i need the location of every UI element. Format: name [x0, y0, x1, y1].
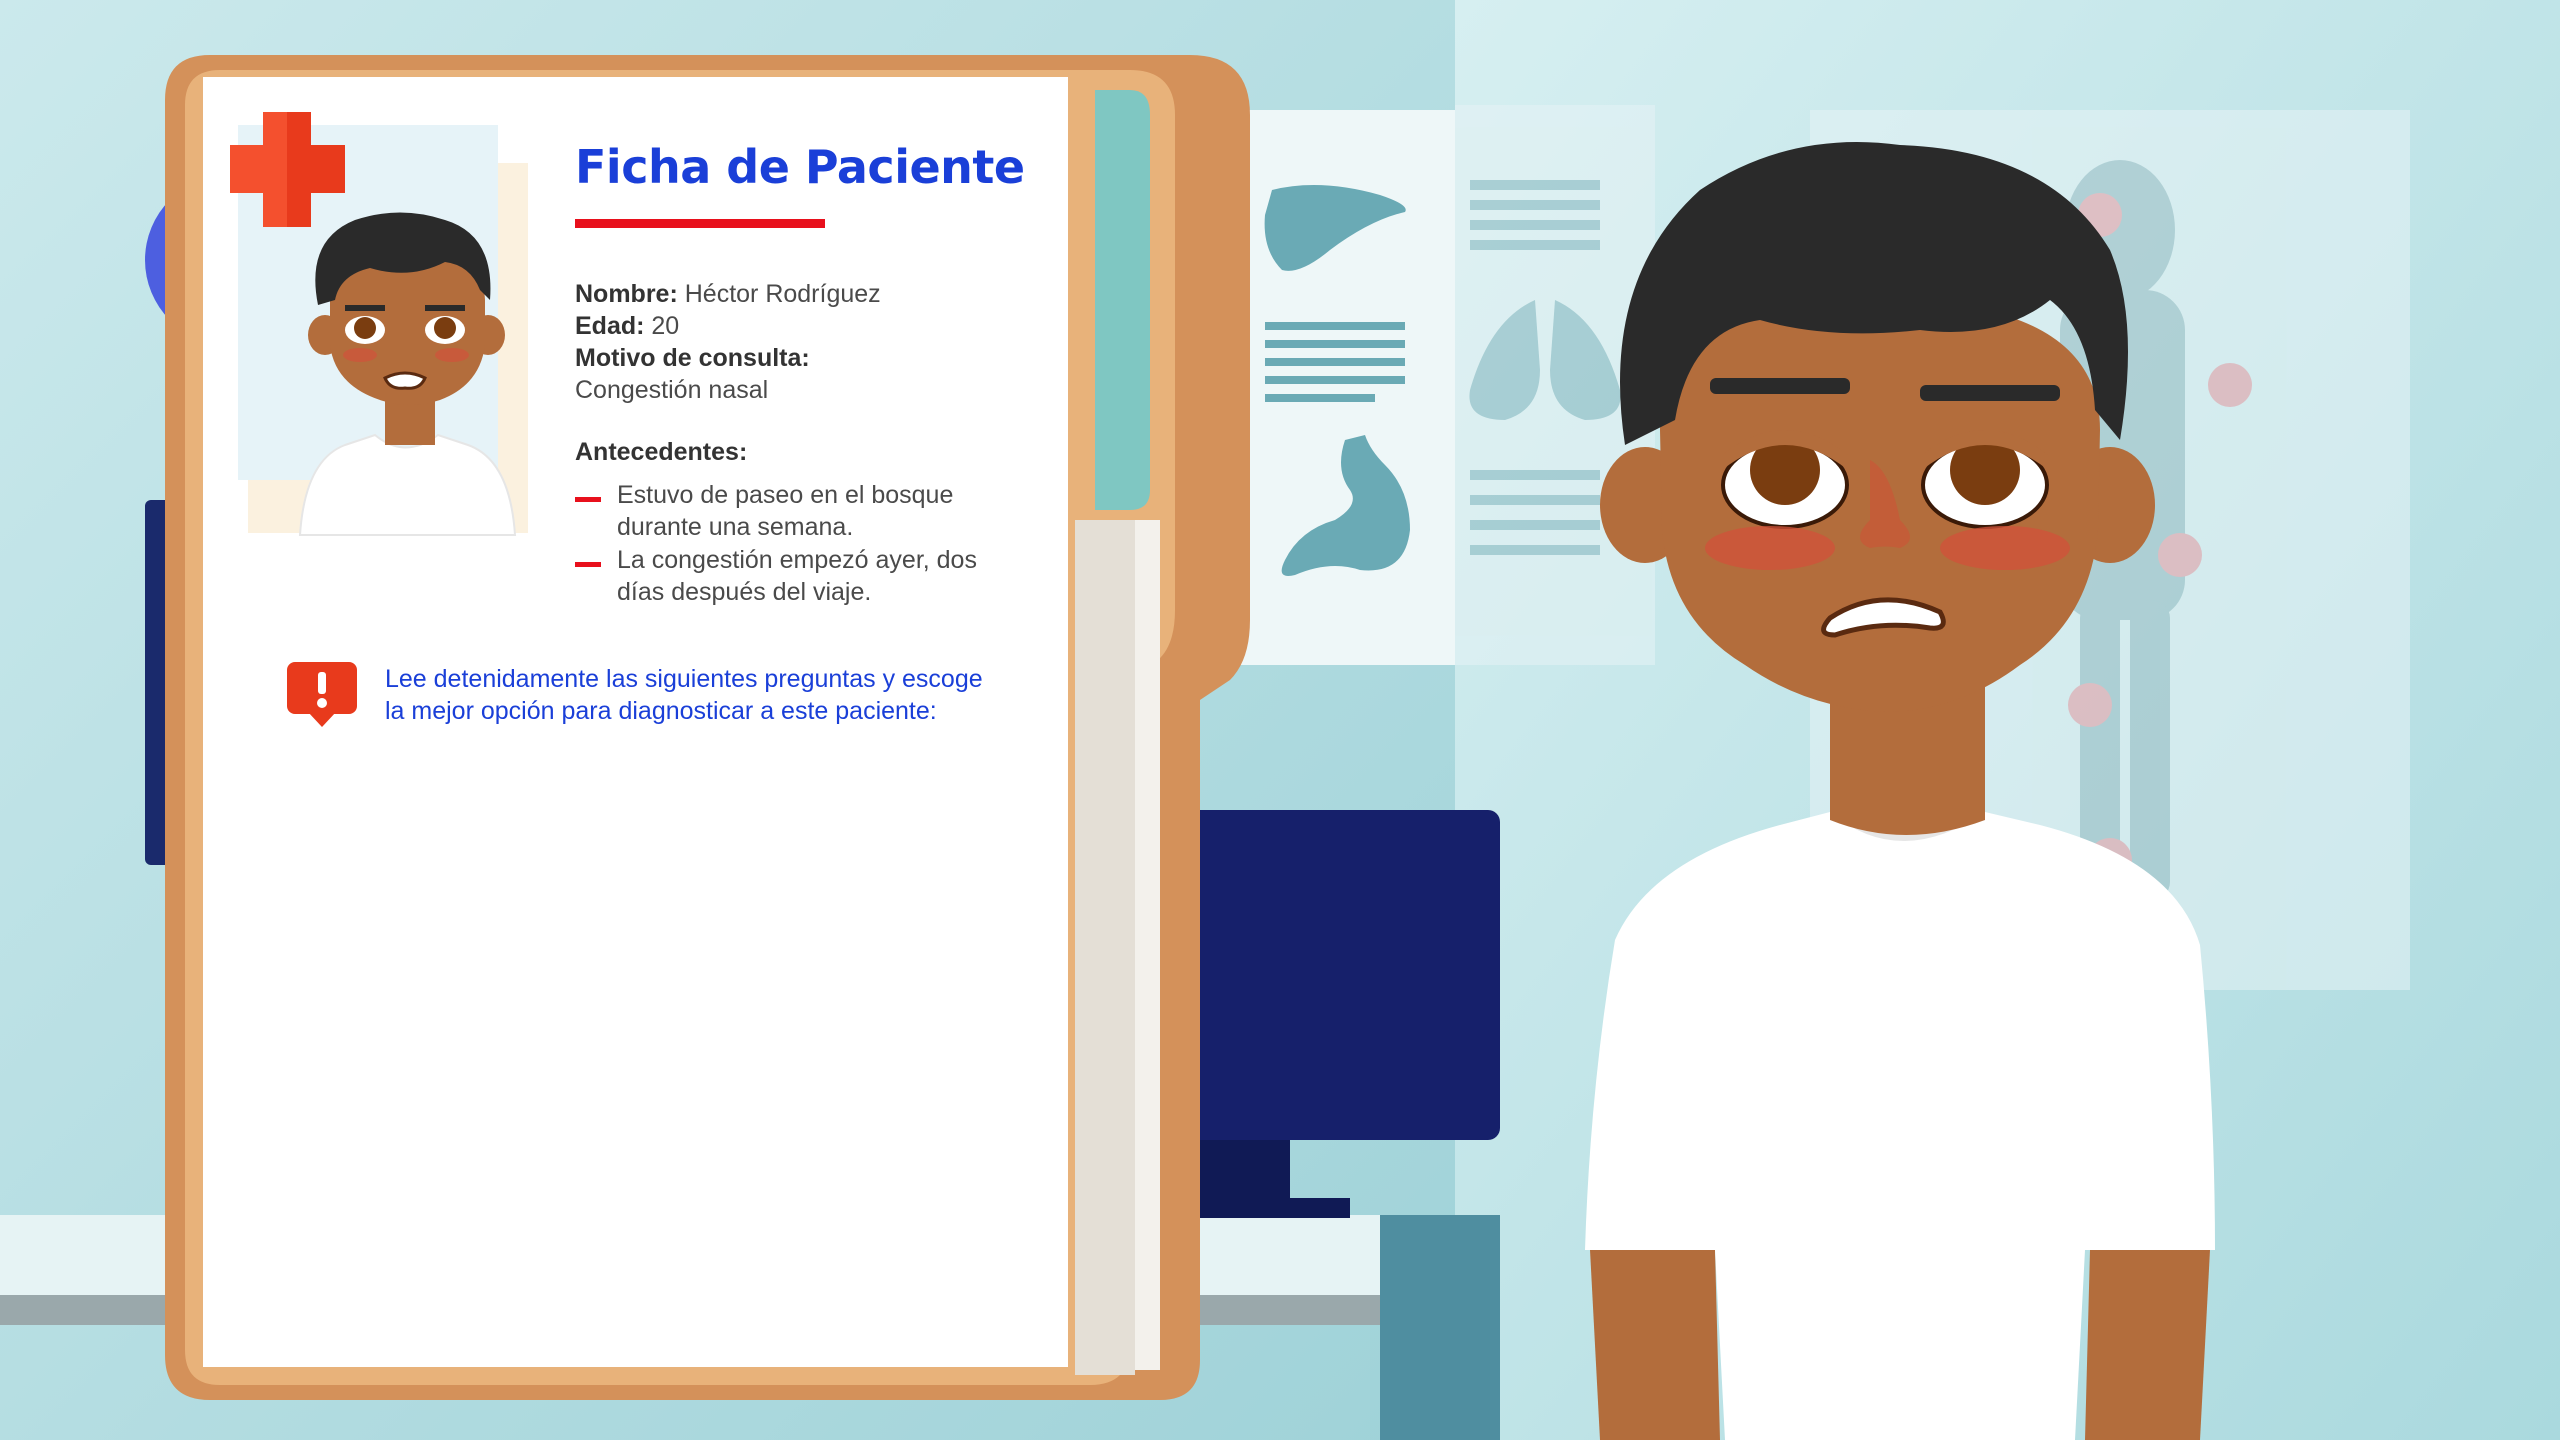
clinic-scene	[0, 0, 2560, 1440]
monitor-neck	[1190, 1140, 1290, 1200]
desk-leg	[1380, 1215, 1500, 1440]
instruction-line-2: la mejor opción para diagnosticar a este…	[385, 697, 937, 725]
name-label: Nombre:	[575, 280, 678, 308]
age-value: 20	[644, 312, 680, 340]
name-field: Nombre: Héctor Rodríguez	[575, 280, 881, 309]
reason-value: Congestión nasal	[575, 376, 769, 404]
history-bullet	[575, 562, 601, 567]
history-item-2-line-2: días después del viaje.	[617, 578, 872, 606]
history-title: Antecedentes:	[575, 438, 748, 466]
title-underline	[575, 219, 825, 228]
name-value: Héctor Rodríguez	[677, 280, 881, 308]
record-title: Ficha de Paciente	[575, 140, 1025, 194]
reason-field: Motivo de consulta:	[575, 344, 810, 373]
history-item-2-line-1: La congestión empezó ayer, dos	[617, 546, 977, 574]
reason-label: Motivo de consulta:	[575, 344, 810, 372]
history-item-1-line-2: durante una semana.	[617, 513, 854, 541]
history-item-1-line-1: Estuvo de paseo en el bosque	[617, 481, 954, 509]
instruction-line-1: Lee detenidamente las siguientes pregunt…	[385, 665, 983, 693]
age-field: Edad: 20	[575, 312, 679, 341]
age-label: Edad:	[575, 312, 645, 340]
history-bullet	[575, 497, 601, 502]
